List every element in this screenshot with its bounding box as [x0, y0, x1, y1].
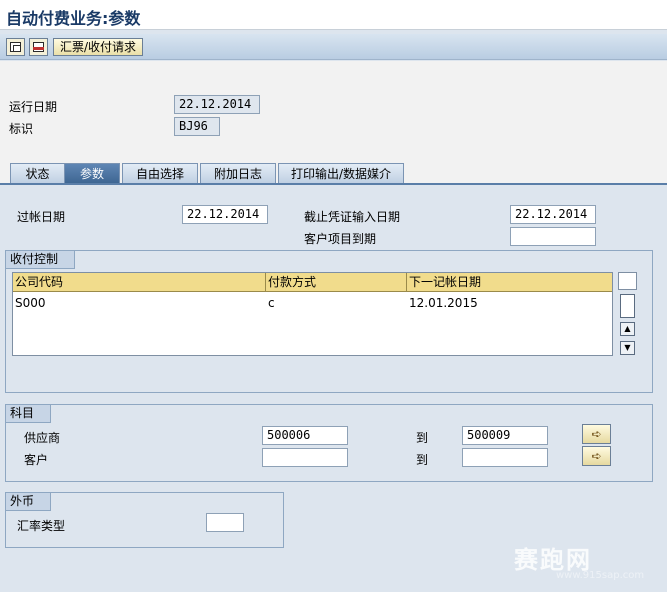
print-icon[interactable]: [29, 38, 48, 56]
accounts-title: 科目: [6, 405, 52, 423]
application-toolbar: 汇票/收付请求: [0, 34, 667, 60]
customer-to-input[interactable]: [462, 448, 548, 467]
customer-multiple-selection-icon[interactable]: ➪: [582, 446, 611, 466]
column-header-company-code[interactable]: 公司代码: [13, 273, 266, 291]
doc-entry-date-label: 截止凭证输入日期: [304, 210, 401, 224]
customer-label: 客户: [24, 453, 49, 467]
identifier-field: BJ96: [174, 117, 220, 136]
tab-baseline: [0, 183, 667, 185]
customer-due-input[interactable]: [510, 227, 596, 246]
column-header-payment-method[interactable]: 付款方式: [266, 273, 407, 291]
identifier-label: 标识: [9, 122, 34, 136]
window-title: 自动付费业务:参数: [6, 9, 141, 28]
run-date-field: 22.12.2014: [174, 95, 260, 114]
column-header-next-posting-date[interactable]: 下一记帐日期: [407, 273, 612, 291]
cell-payment-method[interactable]: c: [268, 296, 275, 310]
exchange-rate-type-label: 汇率类型: [17, 519, 66, 533]
scroll-up-icon[interactable]: ▲: [620, 322, 635, 336]
foreign-currency-title: 外币: [6, 493, 52, 511]
tab-additional-log[interactable]: 附加日志: [200, 163, 276, 185]
scroll-down-icon[interactable]: ▼: [620, 341, 635, 355]
vendor-multiple-selection-icon[interactable]: ➪: [582, 424, 611, 444]
customer-to-label: 到: [416, 453, 429, 467]
remittance-request-button[interactable]: 汇票/收付请求: [53, 38, 144, 56]
title-bar: 自动付费业务:参数: [0, 0, 667, 30]
payment-control-title: 收付控制: [6, 251, 76, 269]
payment-control-table: 公司代码 付款方式 下一记帐日期 S000 c 12.01.2015: [12, 272, 613, 356]
vendor-from-input[interactable]: 500006: [262, 426, 348, 445]
tab-free-selection[interactable]: 自由选择: [122, 163, 198, 185]
vendor-label: 供应商: [24, 431, 61, 445]
posting-date-label: 过帐日期: [17, 210, 66, 224]
doc-entry-date-input[interactable]: 22.12.2014: [510, 205, 596, 224]
tab-strip: 状态 参数 自由选择 附加日志 打印输出/数据媒介: [0, 161, 667, 185]
tab-status[interactable]: 状态: [10, 163, 65, 185]
table-scrollbar[interactable]: ▲ ▼: [618, 272, 637, 356]
vendor-to-label: 到: [416, 431, 429, 445]
vendor-to-input[interactable]: 500009: [462, 426, 548, 445]
table-header: 公司代码 付款方式 下一记帐日期: [13, 273, 612, 292]
scroll-thumb[interactable]: [620, 294, 635, 318]
customer-due-label: 客户项目到期: [304, 232, 377, 246]
run-date-label: 运行日期: [9, 100, 58, 114]
exchange-rate-type-input[interactable]: [206, 513, 244, 532]
customer-from-input[interactable]: [262, 448, 348, 467]
watermark: 赛跑网 www.915sap.com: [514, 540, 644, 581]
tab-parameters[interactable]: 参数: [64, 163, 120, 185]
cell-company-code[interactable]: S000: [15, 296, 46, 310]
cell-next-posting-date[interactable]: 12.01.2015: [409, 296, 478, 310]
column-settings-button[interactable]: [618, 272, 637, 290]
copy-icon[interactable]: [6, 38, 25, 56]
posting-date-input[interactable]: 22.12.2014: [182, 205, 268, 224]
watermark-url: www.915sap.com: [556, 570, 645, 581]
tab-printout-data-medium[interactable]: 打印输出/数据媒介: [278, 163, 404, 185]
